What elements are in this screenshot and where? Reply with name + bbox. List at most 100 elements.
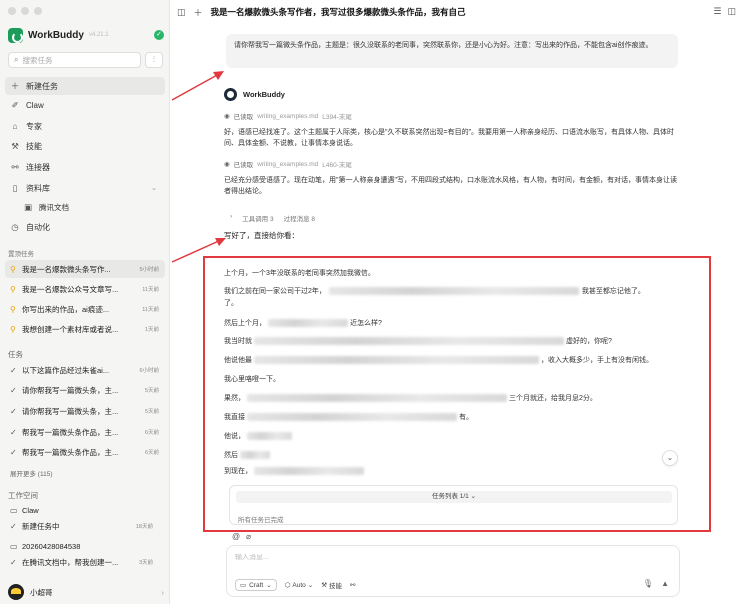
pinned-task[interactable]: ⚲ 你写出来的作品，ai痕迹... 11天前 <box>5 300 165 318</box>
task-item[interactable]: ✓ 帮我写一篇微头条作品，主... 6天前 <box>5 423 165 441</box>
chevron-right-icon: › <box>161 587 165 597</box>
clock-icon: ◷ <box>11 221 19 232</box>
claw-icon: ✐ <box>11 99 19 110</box>
eye-icon: ◉ <box>224 161 230 168</box>
chevron-down-icon[interactable]: ⌄ <box>151 184 157 192</box>
folder-icon: ▭ <box>10 505 18 515</box>
library-icon: ▯ <box>12 182 18 193</box>
nav-connectors[interactable]: ⚯ 连接器 <box>5 158 165 176</box>
microphone-icon[interactable]: 🎙 <box>643 579 653 588</box>
expand-more-link[interactable]: 展开更多 (115) <box>10 468 53 478</box>
assistant-paragraph: 好，语感已经找准了。这个主题属于人际类，核心是"久不联系突然出现=有目的"。我要… <box>224 129 675 147</box>
connector-icon: ⚯ <box>11 161 19 172</box>
check-icon: ✓ <box>10 557 17 567</box>
connector-icon[interactable]: ⚯ <box>350 581 355 589</box>
close-window-button[interactable] <box>8 7 16 15</box>
window-controls <box>8 7 42 15</box>
sidebar: WorkBuddy v4.21.1 ✓ ⌕ ⫶ ＋ 新建任务 ✐ Claw ⌂ … <box>0 0 170 604</box>
skill-icon: ⚒ <box>11 140 19 151</box>
task-list-status: 所有任务已完成 <box>238 517 284 524</box>
status-check-icon[interactable]: ✓ <box>154 30 164 40</box>
file-read-indicator[interactable]: ◉ 已读取 writing_examples.md L460-末尾 <box>224 159 352 170</box>
chevron-down-icon: ⌄ <box>470 493 477 500</box>
search-input[interactable] <box>22 55 133 65</box>
paperclip-icon[interactable]: ⌀ <box>246 532 251 541</box>
pinned-task[interactable]: ⚲ 我是一名爆款微头条写作... 5小时前 <box>5 260 165 278</box>
pin-icon: ⚲ <box>10 284 16 294</box>
workbuddy-avatar-icon <box>224 88 237 101</box>
filter-button[interactable]: ⫶ <box>145 52 163 68</box>
nav-new-task[interactable]: ＋ 新建任务 <box>5 77 165 95</box>
task-item[interactable]: ✓ 请你帮我写一篇微头条，主... 5天前 <box>5 402 165 420</box>
pinned-task[interactable]: ⚲ 我是一名爆款公众号文章写... 11天前 <box>5 280 165 298</box>
attach-row: @ ⌀ <box>232 532 251 541</box>
app-name: WorkBuddy <box>28 29 84 41</box>
panel-toggle-icon[interactable]: ◫ <box>727 6 736 17</box>
workspace-item[interactable]: ▭ Claw <box>5 502 165 518</box>
craft-icon: ▭ <box>240 582 247 589</box>
check-icon: ✓ <box>10 447 17 457</box>
skill-icon: ⚒ <box>321 582 328 589</box>
search-box[interactable]: ⌕ <box>8 52 141 68</box>
check-icon: ✓ <box>10 521 17 531</box>
workspace-item[interactable]: ✓ 新建任务中 18天前 <box>5 518 165 534</box>
top-bar: ◫ ＋ 我是一名爆款微头条写作者，我写过很多爆款微头条作品，我有自己 ☰ ◫ <box>171 0 744 24</box>
pinned-section-label: 置顶任务 <box>8 251 34 258</box>
maximize-window-button[interactable] <box>34 7 42 15</box>
pin-icon: ⚲ <box>10 264 16 274</box>
skills-button[interactable]: ⚒ 技能 <box>321 580 342 590</box>
scroll-down-button[interactable]: ⌄ <box>662 450 678 466</box>
cube-icon: ⬡ <box>284 582 291 589</box>
check-icon: ✓ <box>10 365 17 375</box>
nav-tencent-docs[interactable]: ▣ 腾讯文档 <box>18 198 165 216</box>
task-item[interactable]: ✓ 以下这篇作品经过朱雀ai... 6小时前 <box>5 361 165 379</box>
menu-icon[interactable]: ☰ <box>713 6 721 17</box>
task-item[interactable]: ✓ 请你帮我写一篇微头条，主... 5天前 <box>5 381 165 399</box>
sliders-icon: ⫶ <box>153 55 155 64</box>
minimize-window-button[interactable] <box>21 7 29 15</box>
file-read-indicator[interactable]: ◉ 已读取 writing_examples.md L394-末尾 <box>224 111 352 122</box>
nav-label: 腾讯文档 <box>39 202 69 212</box>
nav-experts[interactable]: ⌂ 专家 <box>5 117 165 135</box>
message-composer: ▭ Craft ⌄ ⬡ Auto ⌄ ⚒ 技能 ⚯ 🎙 ▲ <box>226 545 680 597</box>
task-list-header[interactable]: 任务列表 1/1 ⌄ <box>236 491 672 503</box>
plus-icon: ＋ <box>10 81 20 91</box>
chevron-down-icon: ⌄ <box>266 582 272 589</box>
nav-claw[interactable]: ✐ Claw <box>5 96 165 114</box>
brand: WorkBuddy v4.21.1 ✓ <box>8 26 164 44</box>
search-icon: ⌕ <box>14 55 19 64</box>
nav-skills[interactable]: ⚒ 技能 <box>5 137 165 155</box>
user-name: 小超哥 <box>30 587 53 597</box>
annotation-arrowhead <box>213 71 224 80</box>
nav-label: 技能 <box>26 141 42 151</box>
new-tab-icon[interactable]: ＋ <box>194 6 203 19</box>
pin-icon: ⚲ <box>10 324 16 334</box>
workspace-item[interactable]: ✓ 在腾讯文档中，帮我创建一... 3天前 <box>5 554 165 570</box>
nav-label: Claw <box>26 100 44 110</box>
mode-select[interactable]: ▭ Craft ⌄ <box>235 579 277 591</box>
nav-library[interactable]: ▯ 资料库 ⌄ <box>5 179 165 197</box>
model-select[interactable]: ⬡ Auto ⌄ <box>284 581 314 590</box>
message-input[interactable] <box>235 554 665 561</box>
bot-header: WorkBuddy <box>224 88 285 101</box>
user-profile[interactable]: 小超哥 › <box>8 583 164 601</box>
nav-automation[interactable]: ◷ 自动化 <box>5 218 165 236</box>
process-messages-count[interactable]: 过程消息 8 <box>284 213 315 223</box>
check-icon: ✓ <box>10 406 17 416</box>
assistant-paragraph: 已经充分感受语感了。现在动笔，用"第一人称亲身遭遇"写，不用四段式结构，口水账流… <box>224 177 677 195</box>
pin-icon: ⚲ <box>10 304 16 314</box>
mention-icon[interactable]: @ <box>232 532 240 541</box>
eye-icon: ◉ <box>224 113 230 120</box>
workbuddy-logo-icon <box>8 27 23 43</box>
tool-call-summary[interactable]: › 工具调用 3 过程消息 8 <box>230 213 315 223</box>
send-icon[interactable]: ▲ <box>661 579 669 588</box>
sidebar-toggle-icon[interactable]: ◫ <box>177 7 186 18</box>
pinned-task[interactable]: ⚲ 我想创建一个素材库或者说... 1天前 <box>5 320 165 338</box>
tencent-docs-icon: ▣ <box>23 201 33 212</box>
workspace-item[interactable]: ▭ 20260428084538 <box>5 538 165 554</box>
tasks-section-label: 任务 <box>8 350 23 359</box>
nav-label: 连接器 <box>26 162 50 172</box>
tool-calls-count[interactable]: 工具调用 3 <box>242 213 273 223</box>
task-item[interactable]: ✓ 帮我写一篇微头条作品，主... 6天前 <box>5 443 165 461</box>
check-icon: ✓ <box>10 385 17 395</box>
